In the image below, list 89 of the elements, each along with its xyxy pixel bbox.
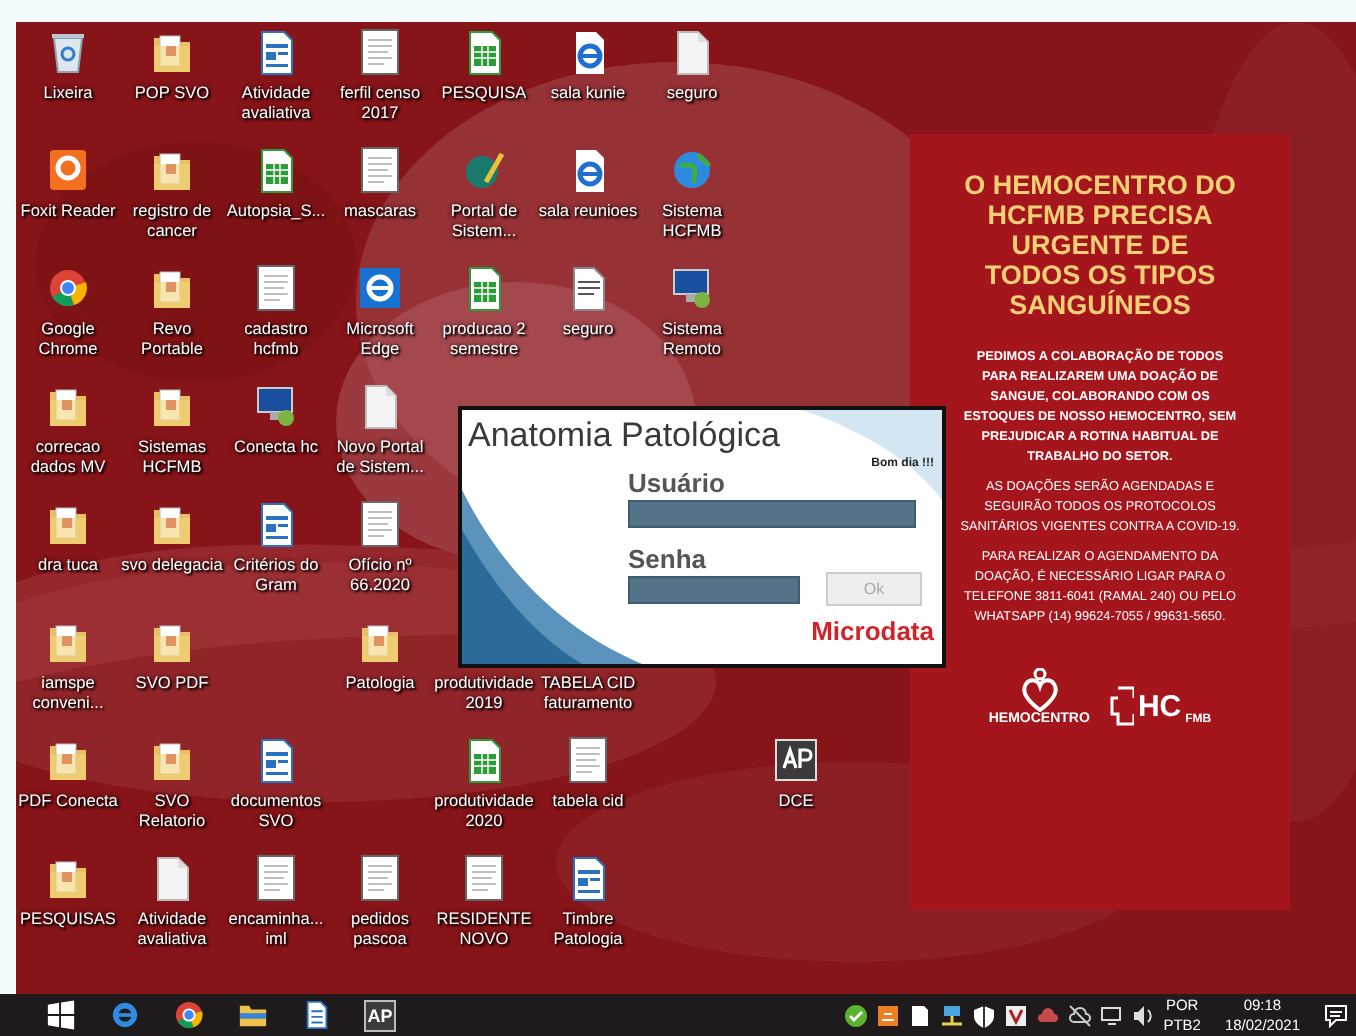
notifications-icon[interactable] bbox=[1324, 1003, 1348, 1027]
document-icon bbox=[358, 854, 402, 902]
heart-logo-icon bbox=[1019, 668, 1060, 712]
cloud-icon[interactable] bbox=[1035, 1003, 1060, 1027]
desktop-icon-label[interactable]: dra tuca bbox=[16, 554, 120, 574]
password-field[interactable] bbox=[628, 575, 800, 603]
chrome-icon[interactable] bbox=[173, 1000, 203, 1030]
document-icon bbox=[566, 736, 610, 784]
poster-headline: O HEMOCENTRO DO HCFMB PRECISA URGENTE DE TODOS OS TIPOS SANGUÍNEOS bbox=[962, 170, 1238, 320]
desktop-icon-label[interactable]: produtividade 2020 bbox=[432, 790, 536, 830]
volume-icon[interactable] bbox=[1131, 1003, 1156, 1027]
desktop-icon-label[interactable]: Autopsia_S... bbox=[224, 200, 328, 220]
desktop-icon-label[interactable]: seguro bbox=[640, 82, 744, 102]
username-field[interactable] bbox=[628, 500, 916, 528]
desktop-icon-label[interactable]: Patologia bbox=[328, 672, 432, 692]
desktop-icon-label[interactable]: Lixeira bbox=[16, 82, 120, 102]
desktop-icon-label[interactable]: DCE bbox=[744, 790, 848, 810]
desktop-icon-label[interactable]: encaminha... iml bbox=[224, 908, 328, 948]
desktop-icon-label[interactable]: tabela cid bbox=[536, 790, 640, 810]
desktop-icon-label[interactable]: correcao dados MV bbox=[16, 436, 120, 476]
app-icon bbox=[774, 736, 818, 784]
field-label: Usuário bbox=[628, 470, 727, 496]
desktop-icon-label[interactable]: SVO PDF bbox=[120, 672, 224, 692]
desktop-icon-label[interactable]: Portal de Sistem... bbox=[432, 200, 536, 240]
desktop-icon-label[interactable]: Atividade avaliativa bbox=[120, 908, 224, 948]
desktop-icon-label[interactable]: seguro bbox=[536, 318, 640, 338]
desktop-icon-label[interactable]: Foxit Reader bbox=[16, 200, 120, 220]
field-label: Senha bbox=[628, 546, 709, 572]
monitor-icon bbox=[670, 264, 714, 312]
logo-text: HC bbox=[1137, 691, 1182, 721]
desktop-icon-label[interactable]: documentos SVO bbox=[224, 790, 328, 830]
desktop-icon-label[interactable]: Sistemas HCFMB bbox=[120, 436, 224, 476]
document-icon bbox=[358, 28, 402, 76]
globe-icon bbox=[670, 146, 714, 194]
desktop-icon-label[interactable]: PESQUISAS bbox=[16, 908, 120, 928]
document-icon bbox=[254, 854, 298, 902]
desktop-icon-label[interactable]: sala kunie bbox=[536, 82, 640, 102]
desktop-icon-label[interactable]: mascaras bbox=[328, 200, 432, 220]
file-icon[interactable] bbox=[907, 1003, 932, 1027]
desktop-icon-label[interactable]: producao 2 semestre bbox=[432, 318, 536, 358]
text-document-icon[interactable] bbox=[301, 1000, 331, 1030]
desktop-icon-label[interactable]: produtividade 2019 bbox=[432, 672, 536, 712]
desktop-icon-label[interactable]: cadastro hcfmb bbox=[224, 318, 328, 358]
recycle-bin-icon bbox=[46, 28, 90, 76]
desktop-icon-label[interactable]: svo delegacia bbox=[120, 554, 224, 574]
desktop-icon-label[interactable]: TABELA CID faturamento bbox=[536, 672, 640, 712]
document-icon bbox=[358, 146, 402, 194]
edge-browser-icon[interactable] bbox=[109, 1000, 139, 1030]
desktop-icon-label[interactable]: Atividade avaliativa bbox=[224, 82, 328, 122]
desktop-icon-label[interactable]: PESQUISA bbox=[432, 82, 536, 102]
monitor-icon[interactable] bbox=[1099, 1003, 1124, 1027]
desktop-icon-label[interactable]: SVO Relatorio bbox=[120, 790, 224, 830]
desktop-icon-label[interactable]: ferfil censo 2017 bbox=[328, 82, 432, 122]
desktop-icon-label[interactable]: Sistema HCFMB bbox=[640, 200, 744, 240]
desktop-icon-label[interactable]: Ofício nº 66.2020 bbox=[328, 554, 432, 594]
desktop-icon-label[interactable]: registro de cancer bbox=[120, 200, 224, 240]
desktop-icon-label[interactable]: Microsoft Edge bbox=[328, 318, 432, 358]
app-tile-icon[interactable] bbox=[875, 1003, 900, 1027]
document-icon bbox=[254, 264, 298, 312]
desktop-icon-label[interactable]: pedidos pascoa bbox=[328, 908, 432, 948]
desktop-icon-label[interactable]: Sistema Remoto bbox=[640, 318, 744, 358]
cross-logo-icon bbox=[1109, 686, 1134, 726]
cloud-off-icon[interactable] bbox=[1067, 1003, 1092, 1027]
network-icon[interactable] bbox=[939, 1003, 964, 1027]
brand-logo: Microdata bbox=[811, 616, 934, 646]
desktop-icon-label[interactable]: PDF Conecta bbox=[16, 790, 120, 810]
chrome-icon bbox=[46, 264, 90, 312]
pdf-reader-icon bbox=[46, 146, 90, 194]
desktop-icon-label[interactable]: Timbre Patologia bbox=[536, 908, 640, 948]
check-circle-icon[interactable] bbox=[843, 1003, 868, 1027]
desktop-icon-label[interactable]: RESIDENTE NOVO bbox=[432, 908, 536, 948]
app-icon[interactable] bbox=[1003, 1003, 1028, 1027]
desktop-icon-label[interactable]: Google Chrome bbox=[16, 318, 120, 358]
desktop-icon-label[interactable]: POP SVO bbox=[120, 82, 224, 102]
start-button[interactable] bbox=[45, 1000, 75, 1030]
edge-browser-icon bbox=[358, 264, 402, 312]
monitor-icon bbox=[254, 382, 298, 430]
dialog-title: Anatomia Patológica bbox=[466, 414, 782, 456]
desktop-icon-label[interactable]: sala reunioes bbox=[536, 200, 640, 220]
desktop-icon-label[interactable]: Novo Portal de Sistem... bbox=[328, 436, 432, 476]
shield-icon[interactable] bbox=[971, 1003, 996, 1027]
desktop-icon-label[interactable]: iamspe conveni... bbox=[16, 672, 120, 712]
desktop-icon-label[interactable]: Critérios do Gram bbox=[224, 554, 328, 594]
file-explorer-icon[interactable] bbox=[237, 1000, 267, 1030]
document-icon bbox=[462, 854, 506, 902]
desktop-icon-label[interactable]: Revo Portable bbox=[120, 318, 224, 358]
desktop-icon-label[interactable]: Conecta hc bbox=[224, 436, 328, 456]
document-icon bbox=[358, 500, 402, 548]
app-taskbar-button[interactable]: AP bbox=[363, 999, 397, 1031]
